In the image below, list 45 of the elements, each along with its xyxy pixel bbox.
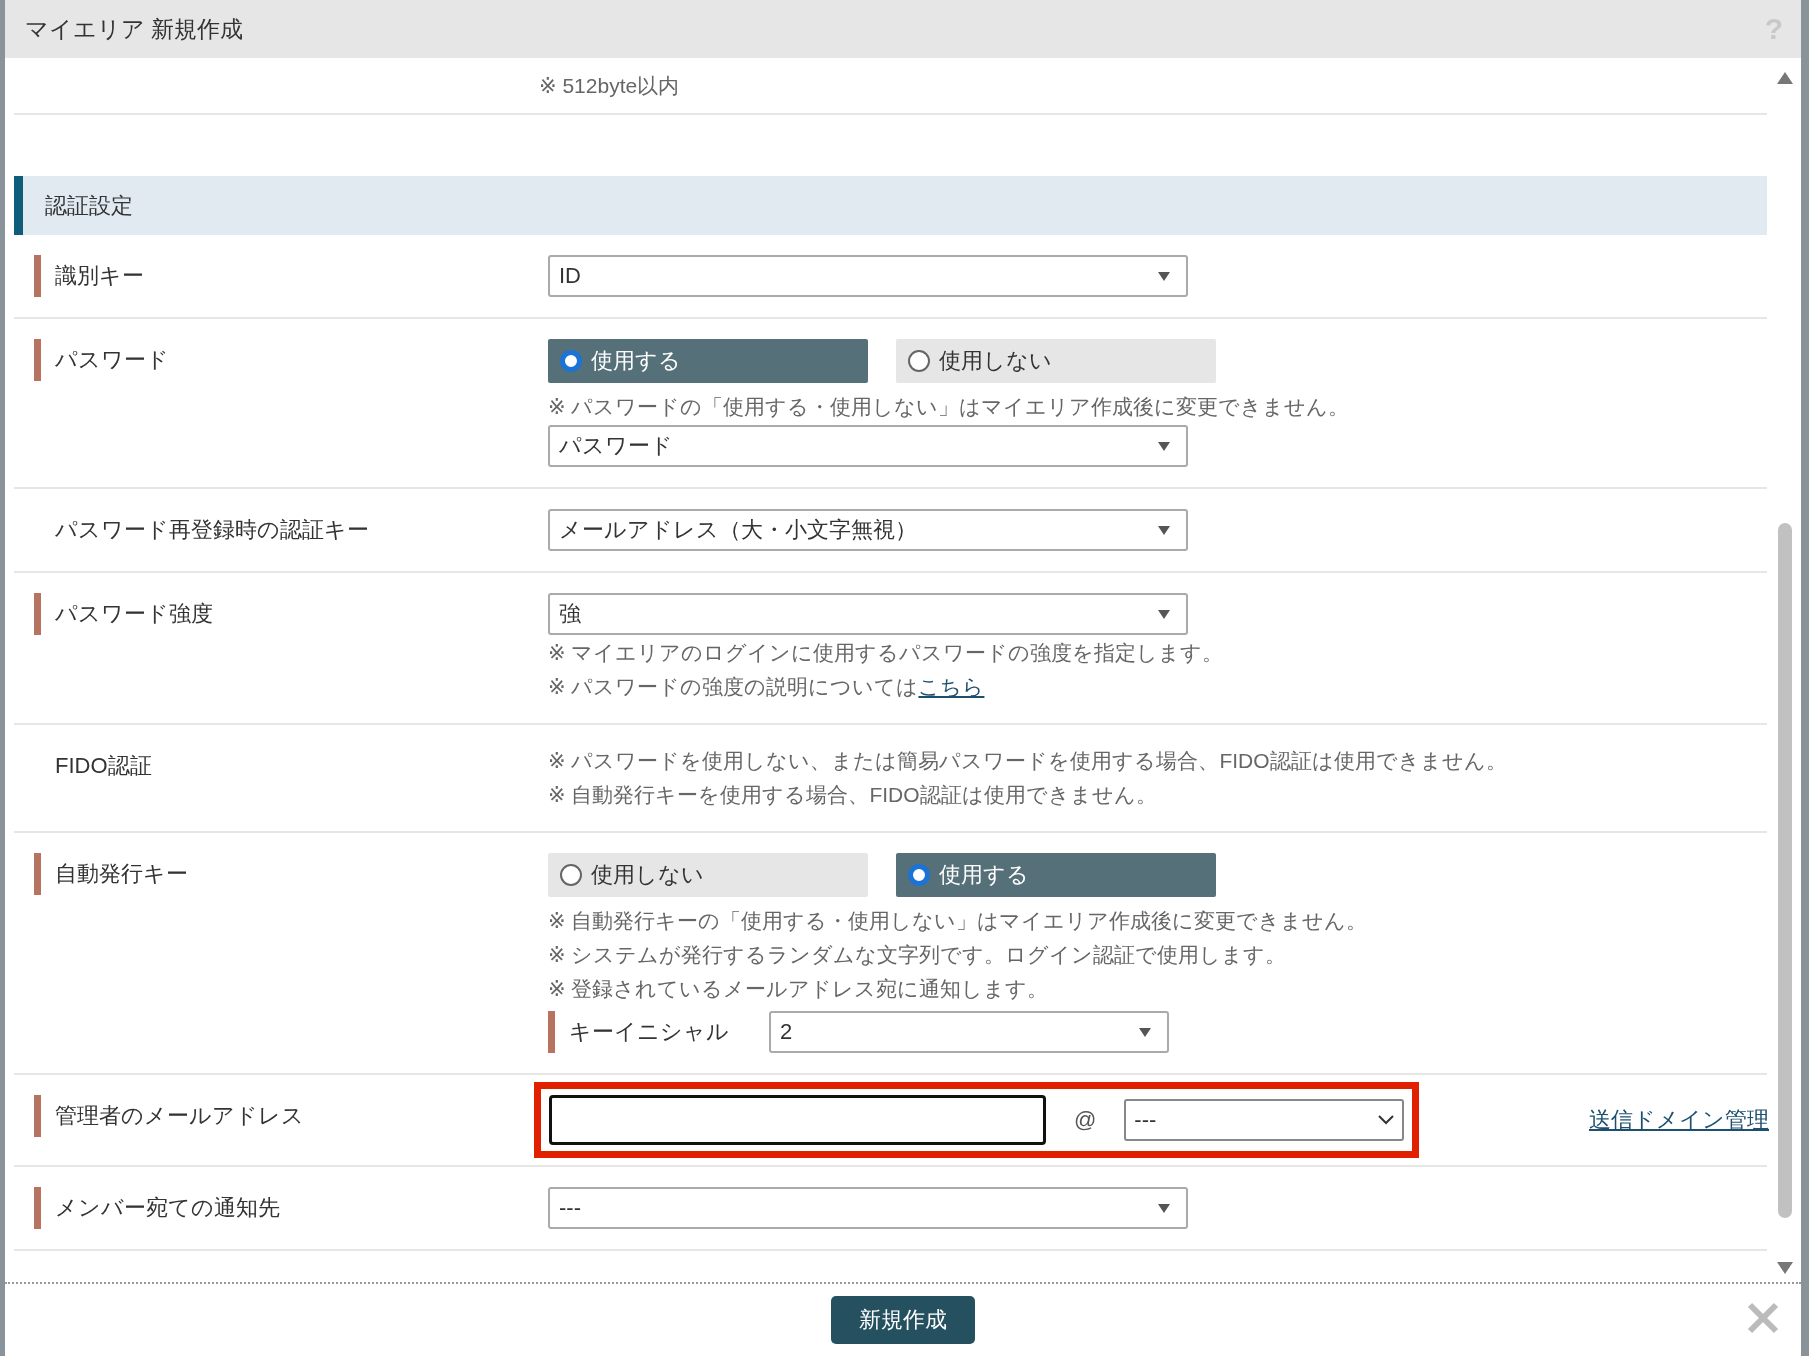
- note-text: ※ パスワードを使用しない、または簡易パスワードを使用する場合、FIDO認証は使用できません。: [548, 748, 1508, 774]
- dropdown-arrow-icon: [1139, 1027, 1151, 1037]
- select-field[interactable]: パスワード: [548, 425, 1188, 467]
- note-text: ※ システムが発行するランダムな文字列です。ログイン認証で使用します。: [548, 942, 1288, 968]
- note-text: ※ パスワードの「使用する・使用しない」はマイエリア作成後に変更できません。: [548, 394, 1351, 420]
- field-label: パスワード: [34, 339, 169, 381]
- field-label: パスワード再登録時の認証キー: [54, 516, 369, 544]
- radio-option[interactable]: 使用しない: [896, 339, 1216, 383]
- field-label: FIDO認証: [54, 752, 152, 780]
- note-text: ※ 自動発行キーを使用する場合、FIDO認証は使用できません。: [548, 782, 1158, 808]
- select-field[interactable]: メールアドレス（大・小文字無視）: [548, 509, 1188, 551]
- domain-select[interactable]: ---: [1124, 1099, 1405, 1141]
- link[interactable]: 送信ドメイン管理: [1589, 1105, 1769, 1135]
- email-input[interactable]: [549, 1095, 1046, 1145]
- link[interactable]: こちら: [918, 675, 985, 698]
- dropdown-arrow-icon: [1158, 525, 1170, 535]
- note-text: ※ 登録されているメールアドレス宛に通知します。: [548, 976, 1050, 1002]
- field-label: パスワード強度: [34, 593, 213, 635]
- field-label: 管理者のメールアドレス: [34, 1095, 304, 1137]
- note-text: ※ マイエリアのログインに使用するパスワードの強度を指定します。: [548, 640, 1225, 666]
- window-title: マイエリア 新規作成: [25, 14, 244, 44]
- note-text: ※ 512byte以内: [539, 72, 680, 99]
- scroll-down-icon[interactable]: [1777, 1262, 1793, 1274]
- select-field[interactable]: ID: [548, 255, 1188, 297]
- dropdown-arrow-icon: [1158, 441, 1170, 451]
- field-label: 識別キー: [34, 255, 144, 297]
- dropdown-arrow-icon: [1158, 1203, 1170, 1213]
- field-label: メンバー宛ての通知先: [34, 1187, 280, 1229]
- radio-option[interactable]: 使用する: [896, 853, 1216, 897]
- section-header: 認証設定: [14, 176, 1767, 235]
- radio-option[interactable]: 使用する: [548, 339, 868, 383]
- scroll-up-icon[interactable]: [1777, 72, 1793, 84]
- at-sign: @: [1074, 1107, 1097, 1133]
- caret-icon: [1378, 1115, 1395, 1125]
- radio-option[interactable]: 使用しない: [548, 853, 868, 897]
- note-text: ※ 自動発行キーの「使用する・使用しない」はマイエリア作成後に変更できません。: [548, 908, 1369, 934]
- create-button[interactable]: 新規作成: [831, 1296, 975, 1344]
- select-field[interactable]: ---: [548, 1187, 1188, 1229]
- field-label: 自動発行キー: [34, 853, 188, 895]
- select-field[interactable]: 2: [769, 1011, 1169, 1053]
- note-text: ※ パスワードの強度の説明については こちら: [548, 674, 986, 700]
- dropdown-arrow-icon: [1158, 609, 1170, 619]
- scrollbar-thumb[interactable]: [1778, 523, 1792, 1218]
- dropdown-arrow-icon: [1158, 271, 1170, 281]
- select-field[interactable]: 強: [548, 593, 1188, 635]
